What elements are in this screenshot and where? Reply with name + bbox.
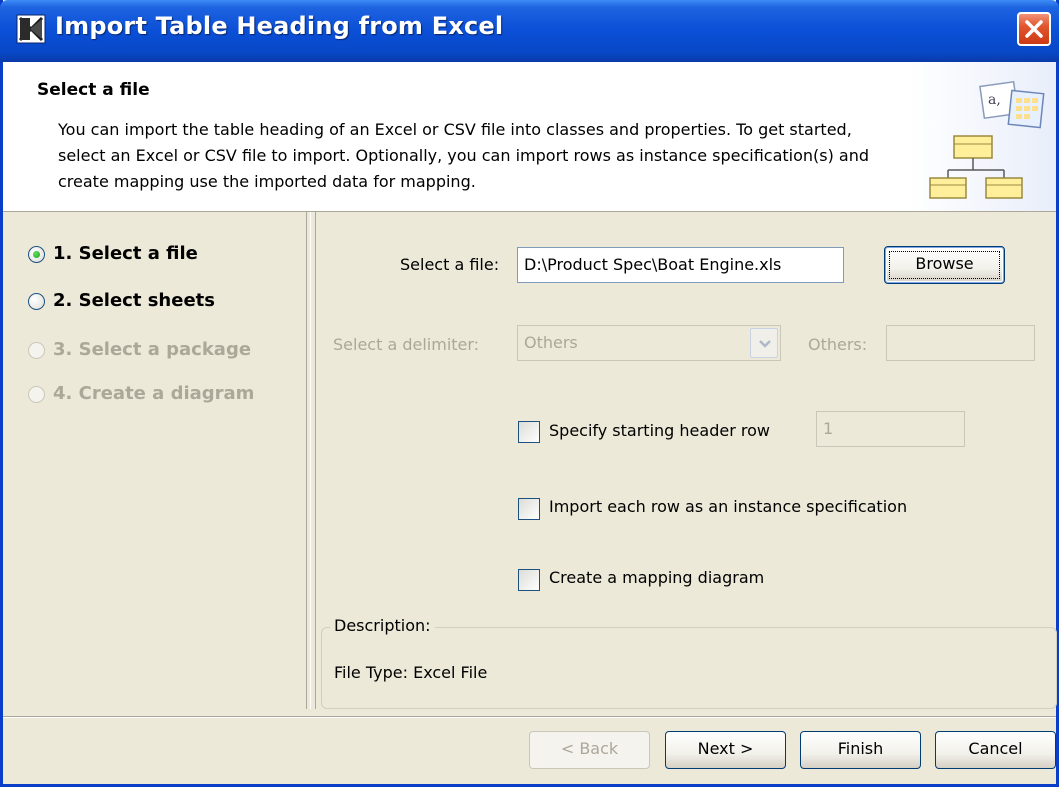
others-input	[886, 325, 1035, 361]
delimiter-label: Select a delimiter:	[333, 335, 480, 354]
import-wizard-icon	[16, 14, 46, 44]
others-label: Others:	[808, 335, 868, 354]
header-banner: Select a file You can import the table h…	[3, 62, 1056, 212]
import-rows-label: Import each row as an instance specifica…	[549, 497, 908, 516]
step-radio-icon	[28, 386, 45, 403]
wizard-steps: 1. Select a file 2. Select sheets 3. Sel…	[3, 212, 306, 709]
split-divider[interactable]	[306, 212, 316, 709]
dropdown-arrow	[750, 328, 778, 358]
step-label: 1. Select a file	[53, 243, 198, 264]
close-button[interactable]	[1017, 12, 1051, 46]
step-label: 2. Select sheets	[53, 290, 215, 311]
close-icon	[1025, 20, 1043, 38]
import-rows-checkbox[interactable]	[518, 498, 540, 520]
svg-text:a,: a,	[988, 92, 1001, 108]
import-dialog: Import Table Heading from Excel Select a…	[0, 0, 1059, 787]
description-group: Description: File Type: Excel File	[321, 616, 1057, 709]
title-bar[interactable]: Import Table Heading from Excel	[0, 0, 1059, 62]
step-radio-icon	[28, 293, 45, 310]
window-title: Import Table Heading from Excel	[55, 12, 504, 40]
description-text: File Type: Excel File	[334, 663, 488, 682]
class-diagram-icon: a,	[929, 80, 1045, 199]
footer-separator	[3, 716, 1056, 718]
file-label: Select a file:	[400, 255, 500, 274]
step-radio-icon	[28, 246, 45, 263]
mapping-diagram-checkbox[interactable]	[518, 569, 540, 591]
mapping-diagram-label: Create a mapping diagram	[549, 568, 765, 587]
step-radio-icon	[28, 342, 45, 359]
back-button: < Back	[529, 731, 650, 769]
delimiter-value: Others	[524, 333, 578, 352]
page-title: Select a file	[37, 80, 150, 100]
description-legend: Description:	[330, 616, 435, 635]
page-description: You can import the table heading of an E…	[58, 120, 870, 191]
next-button[interactable]: Next >	[665, 731, 786, 769]
header-row-input: 1	[816, 411, 965, 447]
delimiter-select: Others	[517, 325, 781, 361]
step-label: 3. Select a package	[53, 339, 252, 360]
browse-button[interactable]: Browse	[884, 246, 1005, 284]
header-row-label: Specify starting header row	[549, 421, 770, 440]
banner-illustration: a,	[908, 62, 1056, 211]
finish-button[interactable]: Finish	[800, 731, 921, 769]
chevron-down-icon	[759, 340, 771, 348]
cancel-button[interactable]: Cancel	[935, 731, 1056, 769]
header-row-checkbox[interactable]	[518, 421, 540, 443]
file-path-input[interactable]: D:\Product Spec\Boat Engine.xls	[517, 247, 844, 283]
step-label: 4. Create a diagram	[53, 383, 255, 404]
